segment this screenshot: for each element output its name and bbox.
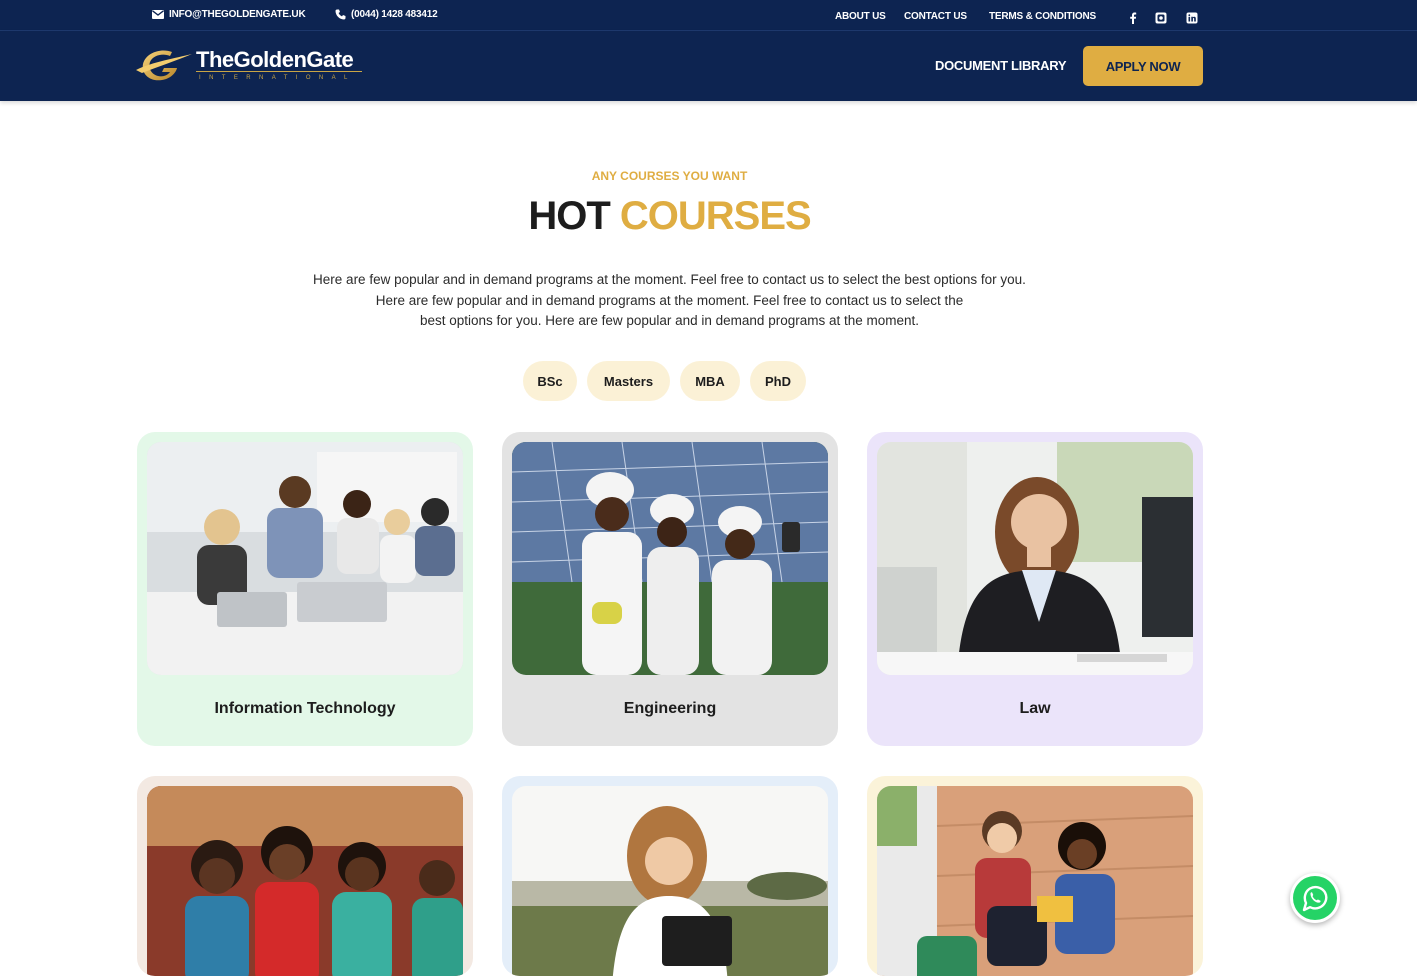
course-card-law[interactable]: Law — [867, 432, 1203, 746]
course-card-agriculture[interactable] — [502, 776, 838, 976]
filter-masters[interactable]: Masters — [587, 361, 670, 401]
section-eyebrow: ANY COURSES YOU WANT — [591, 169, 748, 183]
section-intro: Here are few popular and in demand progr… — [0, 270, 1339, 332]
course-image — [877, 442, 1193, 675]
course-image — [147, 442, 463, 675]
section-heading: HOT COURSES — [0, 194, 1339, 239]
document-library-link[interactable]: DOCUMENT LIBRARY — [935, 58, 1067, 73]
envelope-icon — [152, 10, 164, 19]
phone-text: (0044) 1428 483412 — [351, 9, 438, 20]
intro-line-1: Here are few popular and in demand progr… — [313, 272, 1026, 287]
top-bar: INFO@THEGOLDENGATE.UK (0044) 1428 483412… — [0, 0, 1417, 31]
filter-phd[interactable]: PhD — [750, 361, 806, 401]
apply-now-button[interactable]: APPLY NOW — [1083, 46, 1203, 86]
whatsapp-chat-button[interactable] — [1290, 873, 1340, 923]
contact-us-link[interactable]: CONTACT US — [904, 11, 967, 22]
whatsapp-icon — [1293, 876, 1337, 920]
facebook-icon[interactable] — [1127, 12, 1139, 24]
course-title: Law — [1019, 700, 1051, 717]
course-card-information-technology[interactable]: Information Technology — [137, 432, 473, 746]
intro-line-2: Here are few popular and in demand progr… — [375, 292, 964, 308]
filter-bsc[interactable]: BSc — [523, 361, 577, 401]
heading-part2: COURSES — [619, 194, 812, 238]
phone-link[interactable]: (0044) 1428 483412 — [335, 9, 438, 20]
course-card-students[interactable] — [867, 776, 1203, 976]
course-card-medicine[interactable] — [137, 776, 473, 976]
course-card-engineering[interactable]: Engineering — [502, 432, 838, 746]
logo-subtitle: INTERNATIONAL — [199, 75, 356, 81]
logo-title: TheGoldenGate — [196, 47, 354, 72]
main-navbar: TheGoldenGate INTERNATIONAL DOCUMENT LIB… — [0, 31, 1417, 101]
heading-part1: HOT — [528, 194, 610, 238]
site-logo[interactable]: TheGoldenGate INTERNATIONAL — [0, 31, 370, 101]
about-us-link[interactable]: ABOUT US — [835, 11, 886, 22]
course-image — [512, 442, 828, 675]
linkedin-icon[interactable] — [1186, 12, 1198, 24]
instagram-icon[interactable] — [1155, 12, 1167, 24]
filter-mba[interactable]: MBA — [680, 361, 740, 401]
phone-icon — [335, 9, 346, 20]
course-image — [512, 786, 828, 976]
terms-link[interactable]: TERMS & CONDITIONS — [989, 11, 1096, 22]
intro-line-3: best options for you. Here are few popul… — [419, 313, 920, 328]
golden-gate-emblem-icon — [136, 50, 192, 81]
email-text: INFO@THEGOLDENGATE.UK — [169, 9, 306, 20]
course-title: Information Technology — [214, 700, 396, 717]
course-image — [147, 786, 463, 976]
email-link[interactable]: INFO@THEGOLDENGATE.UK — [152, 9, 306, 20]
course-filters: BSc Masters MBA PhD — [523, 361, 806, 401]
course-image — [877, 786, 1193, 976]
logo-divider — [196, 71, 362, 72]
course-title: Engineering — [623, 700, 717, 717]
